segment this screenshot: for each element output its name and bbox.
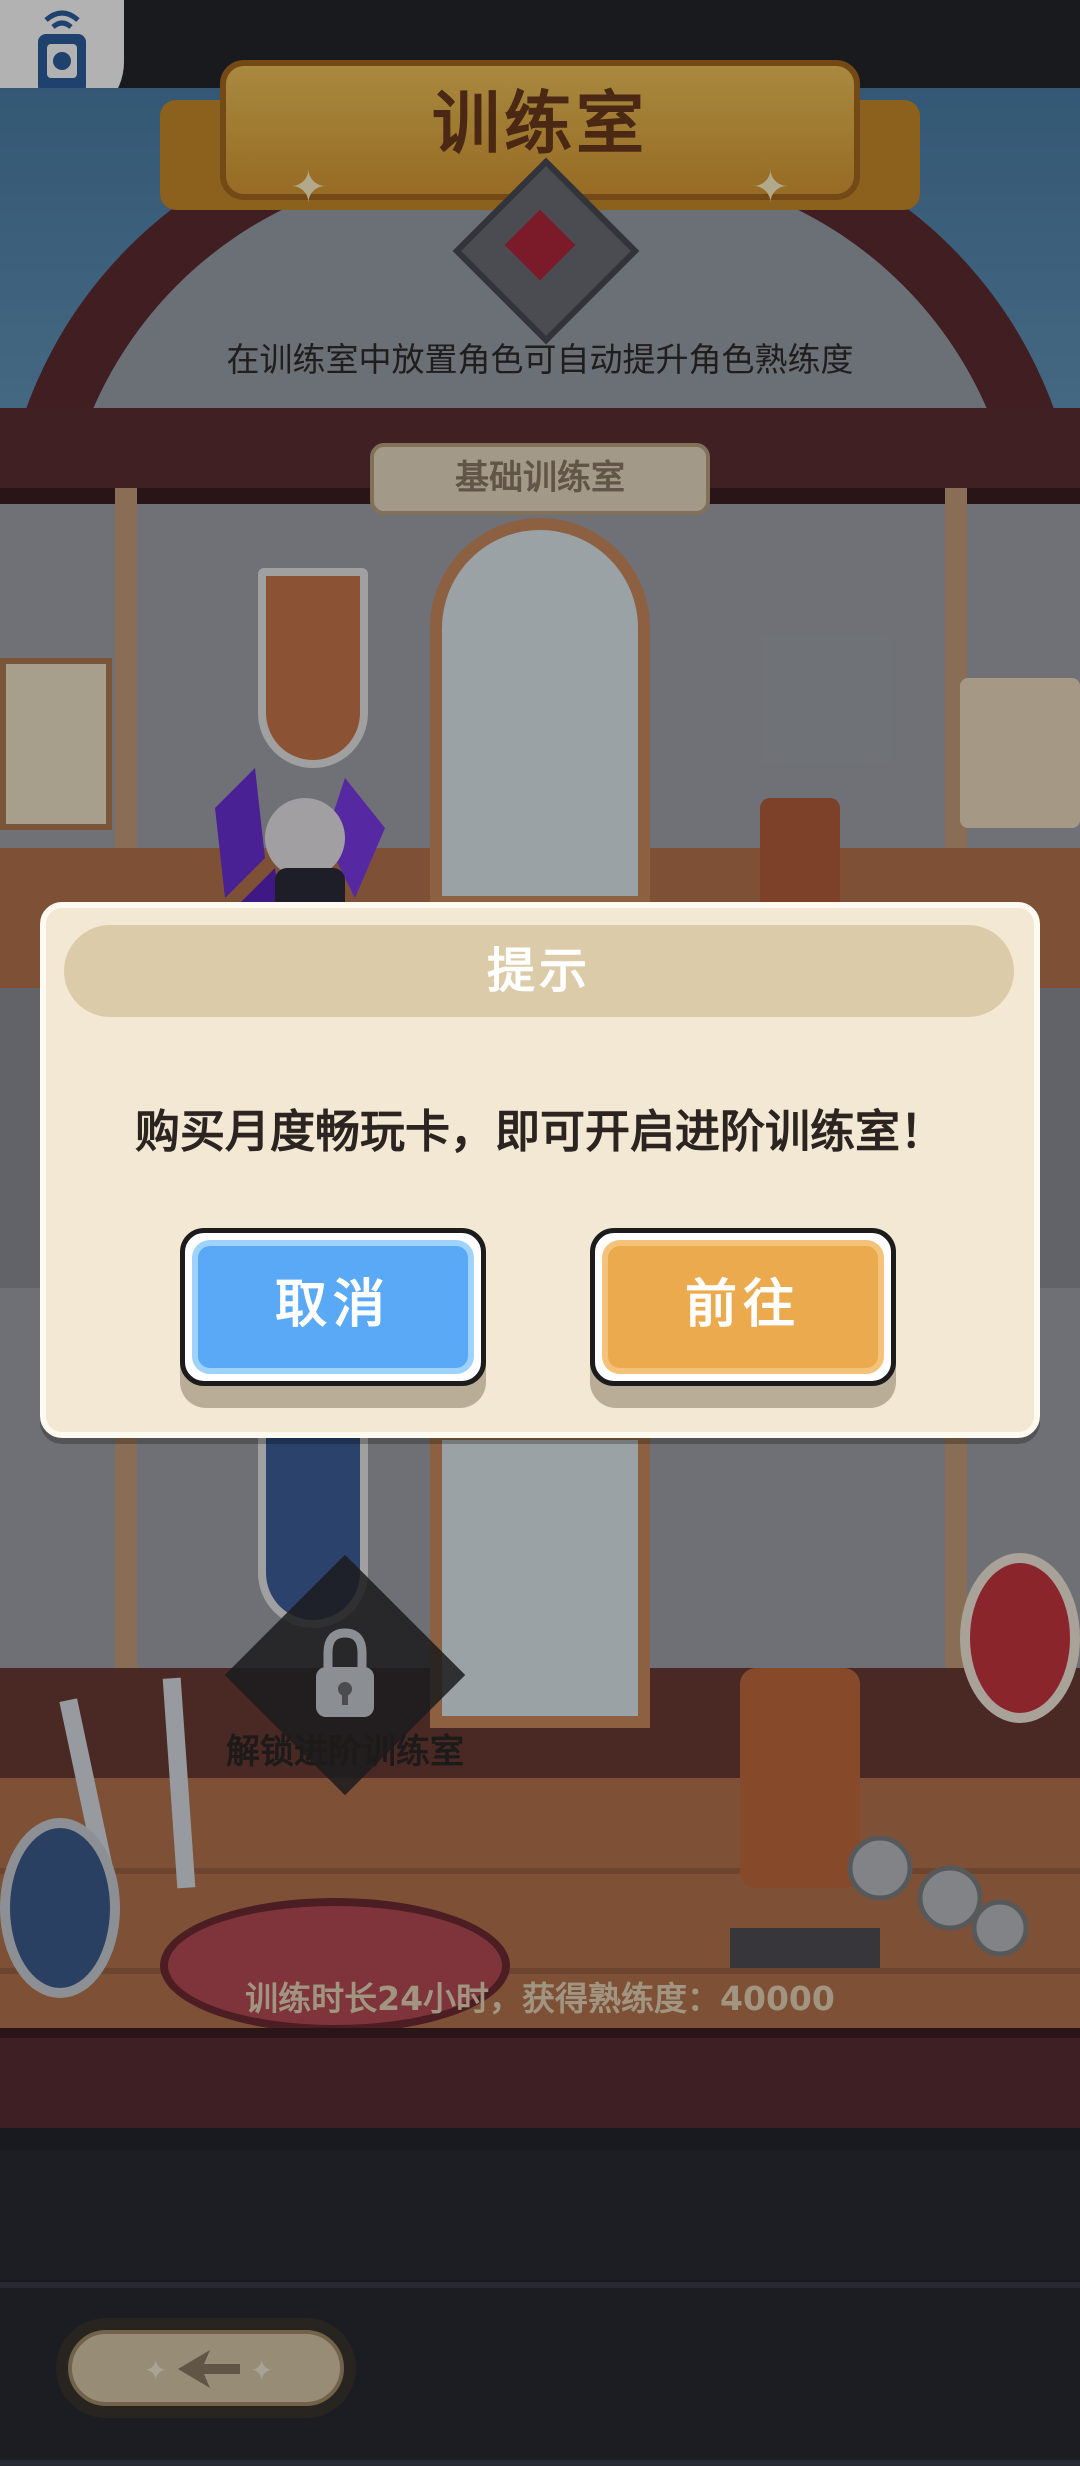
dialog-title: 提示	[486, 943, 591, 999]
dialog-message: 购买月度畅玩卡，即可开启进阶训练室！	[134, 1105, 945, 1158]
go-button-label[interactable]: 前往	[602, 1240, 884, 1374]
cancel-button-label[interactable]: 取消	[192, 1240, 474, 1374]
